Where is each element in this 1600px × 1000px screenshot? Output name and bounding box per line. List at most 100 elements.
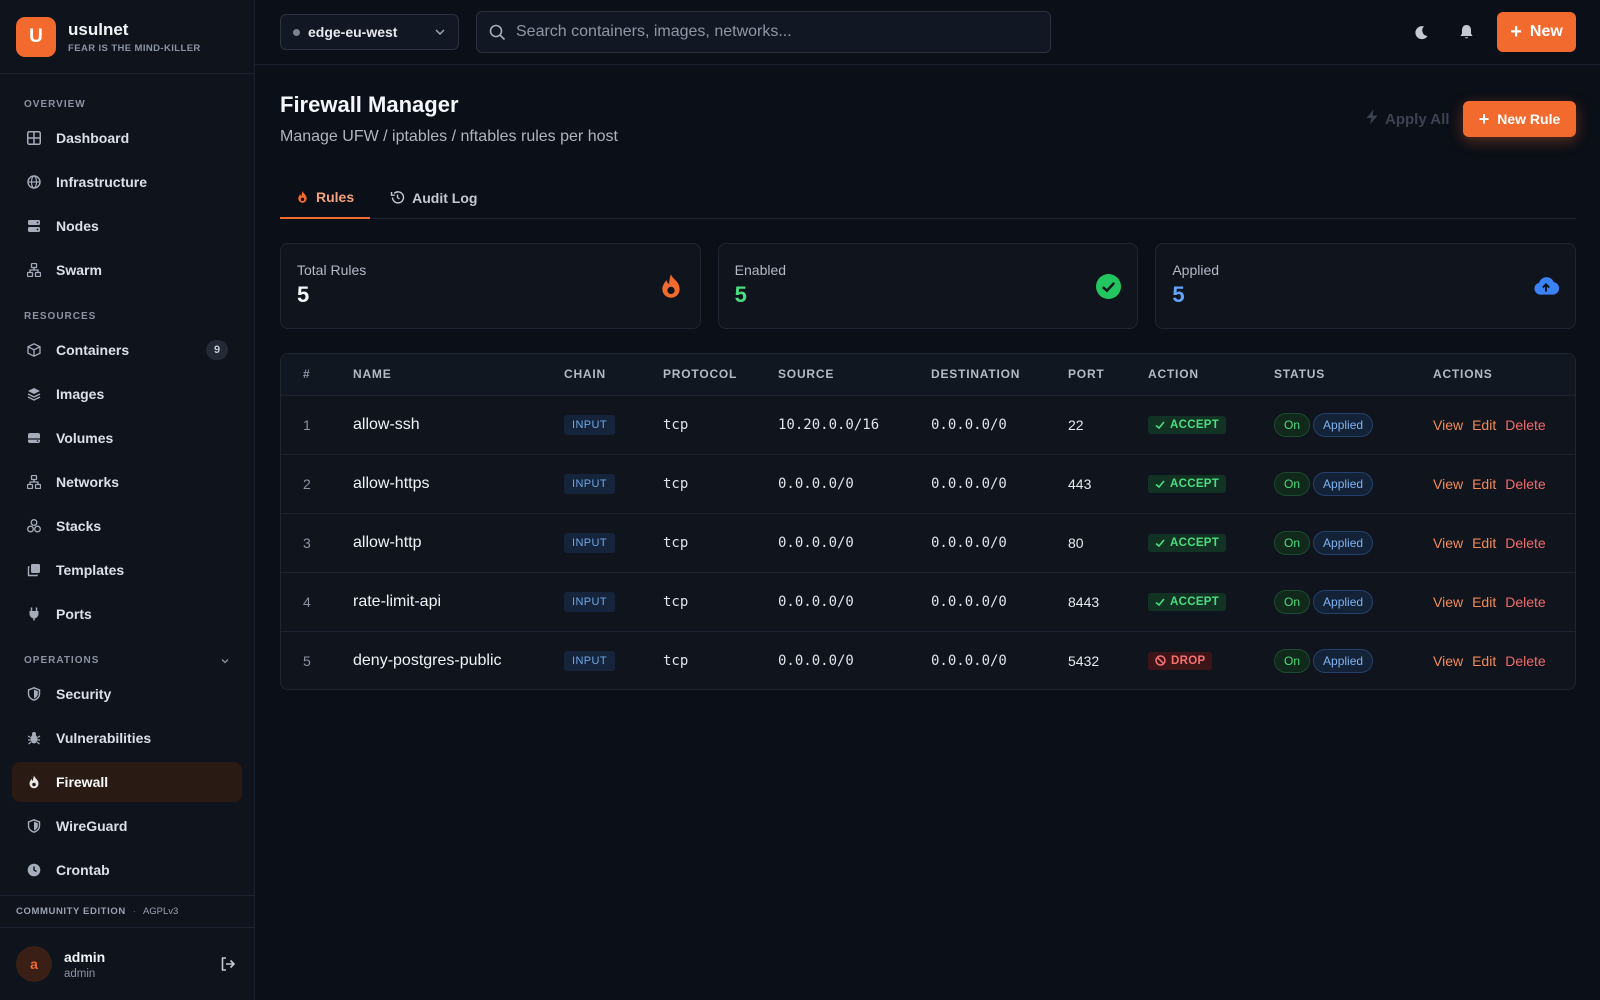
view-link[interactable]: View	[1433, 535, 1463, 551]
view-link[interactable]: View	[1433, 417, 1463, 433]
sidebar-item-label: Firewall	[56, 774, 109, 790]
shield-icon	[26, 686, 42, 702]
sidebar-item-crontab[interactable]: Crontab	[12, 850, 242, 890]
delete-link[interactable]: Delete	[1505, 476, 1545, 492]
table-row[interactable]: 5 deny-postgres-public INPUT tcp 0.0.0.0…	[281, 631, 1575, 689]
column-header-source[interactable]: SOURCE	[778, 354, 931, 396]
rule-name[interactable]: rate-limit-api	[353, 572, 564, 631]
stats-row: Total Rules 5 Enabled 5 Applied 5	[280, 243, 1577, 329]
nav-section-resources: RESOURCES	[24, 311, 97, 322]
rule-name[interactable]: allow-http	[353, 513, 564, 572]
moon-icon[interactable]	[1411, 22, 1431, 42]
sidebar-item-security[interactable]: Security	[12, 674, 242, 714]
sidebar-item-volumes[interactable]: Volumes	[12, 418, 242, 458]
sidebar-nav: OVERVIEW Dashboard Infrastructure Nodes	[0, 74, 254, 890]
clock-icon	[26, 862, 42, 878]
enabled-status-pill[interactable]: On	[1274, 530, 1311, 555]
sidebar-item-label: Volumes	[56, 430, 114, 446]
sidebar-item-networks[interactable]: Networks	[12, 462, 242, 502]
sidebar-item-wireguard[interactable]: WireGuard	[12, 806, 242, 846]
column-header-protocol[interactable]: PROTOCOL	[663, 354, 778, 396]
view-link[interactable]: View	[1433, 653, 1463, 669]
apply-all-button[interactable]: Apply All	[1365, 108, 1449, 130]
check-icon	[1155, 538, 1165, 548]
column-header-port[interactable]: PORT	[1068, 354, 1148, 396]
column-header-name[interactable]: NAME	[353, 354, 564, 396]
user-panel: a admin admin	[0, 928, 254, 1000]
edit-link[interactable]: Edit	[1472, 476, 1496, 492]
column-header-chain[interactable]: CHAIN	[564, 354, 663, 396]
edit-link[interactable]: Edit	[1472, 417, 1496, 433]
bell-icon[interactable]	[1456, 22, 1476, 42]
sidebar-item-dashboard[interactable]: Dashboard	[12, 118, 242, 158]
sidebar-item-stacks[interactable]: Stacks	[12, 506, 242, 546]
delete-link[interactable]: Delete	[1505, 417, 1545, 433]
rule-protocol: tcp	[663, 417, 689, 433]
applied-status-pill: Applied	[1313, 648, 1374, 673]
user-role: admin	[64, 967, 96, 980]
tab-rules[interactable]: Rules	[280, 176, 371, 219]
logout-icon[interactable]	[218, 954, 238, 974]
view-link[interactable]: View	[1433, 476, 1463, 492]
rule-protocol: tcp	[663, 653, 689, 670]
chevron-down-icon[interactable]	[220, 656, 230, 666]
new-button[interactable]: + New	[1497, 12, 1576, 52]
delete-link[interactable]: Delete	[1505, 653, 1545, 669]
check-icon	[1155, 479, 1165, 489]
sidebar-item-label: Security	[56, 686, 112, 702]
sidebar-item-firewall[interactable]: Firewall	[12, 762, 242, 802]
enabled-status-pill[interactable]: On	[1274, 648, 1311, 673]
delete-link[interactable]: Delete	[1505, 535, 1545, 551]
rule-name[interactable]: allow-ssh	[353, 395, 564, 454]
sidebar-item-infrastructure[interactable]: Infrastructure	[12, 162, 242, 202]
rule-port: 80	[1068, 534, 1084, 551]
delete-link[interactable]: Delete	[1505, 594, 1545, 610]
brand[interactable]: U usulnet FEAR IS THE MIND-KILLER	[0, 0, 254, 74]
brand-name: usulnet	[68, 19, 129, 39]
table-row[interactable]: 4 rate-limit-api INPUT tcp 0.0.0.0/0 0.0…	[281, 572, 1575, 631]
fire-icon	[296, 190, 309, 204]
host-select[interactable]: edge-eu-west	[280, 14, 459, 50]
nav-section-overview: OVERVIEW	[24, 99, 86, 110]
view-link[interactable]: View	[1433, 594, 1463, 610]
sidebar-item-templates[interactable]: Templates	[12, 550, 242, 590]
avatar[interactable]: a	[16, 946, 52, 982]
new-rule-button[interactable]: + New Rule	[1463, 101, 1576, 137]
sidebar-item-nodes[interactable]: Nodes	[12, 206, 242, 246]
sidebar-item-vulnerabilities[interactable]: Vulnerabilities	[12, 718, 242, 758]
table-row[interactable]: 3 allow-http INPUT tcp 0.0.0.0/0 0.0.0.0…	[281, 513, 1575, 572]
rule-protocol: tcp	[663, 535, 689, 551]
search-box[interactable]	[476, 11, 1051, 53]
enabled-status-pill[interactable]: On	[1274, 471, 1311, 496]
stat-value: 5	[734, 282, 747, 307]
nav-section-operations[interactable]: OPERATIONS	[12, 644, 242, 666]
edit-link[interactable]: Edit	[1472, 653, 1496, 669]
bug-icon	[26, 730, 42, 746]
enabled-status-pill[interactable]: On	[1274, 589, 1311, 614]
sidebar-item-images[interactable]: Images	[12, 374, 242, 414]
chain-badge: INPUT	[564, 591, 615, 612]
ban-icon	[1155, 655, 1166, 666]
rule-name[interactable]: deny-postgres-public	[353, 631, 564, 689]
action-badge: ACCEPT	[1148, 533, 1227, 552]
search-input[interactable]	[516, 23, 1036, 41]
sidebar-item-ports[interactable]: Ports	[12, 594, 242, 634]
edit-link[interactable]: Edit	[1472, 594, 1496, 610]
column-header-destination[interactable]: DESTINATION	[931, 354, 1068, 396]
separator-dot: ·	[132, 906, 136, 917]
sidebar-item-containers[interactable]: Containers 9	[12, 330, 242, 370]
table-row[interactable]: 2 allow-https INPUT tcp 0.0.0.0/0 0.0.0.…	[281, 454, 1575, 513]
edit-link[interactable]: Edit	[1472, 535, 1496, 551]
tab-audit-log[interactable]: Audit Log	[374, 176, 493, 219]
column-header-status[interactable]: STATUS	[1274, 354, 1433, 396]
rule-name[interactable]: allow-https	[353, 454, 564, 513]
table-row[interactable]: 1 allow-ssh INPUT tcp 10.20.0.0/16 0.0.0…	[281, 395, 1575, 454]
check-circle-icon	[1095, 273, 1121, 299]
sidebar-item-swarm[interactable]: Swarm	[12, 250, 242, 290]
rule-port: 22	[1068, 416, 1084, 433]
enabled-status-pill[interactable]: On	[1274, 412, 1311, 437]
sidebar-item-label: Ports	[56, 606, 92, 622]
plus-icon: +	[1478, 109, 1490, 129]
column-header-action[interactable]: ACTION	[1148, 354, 1274, 396]
column-header-number[interactable]: #	[281, 354, 353, 396]
